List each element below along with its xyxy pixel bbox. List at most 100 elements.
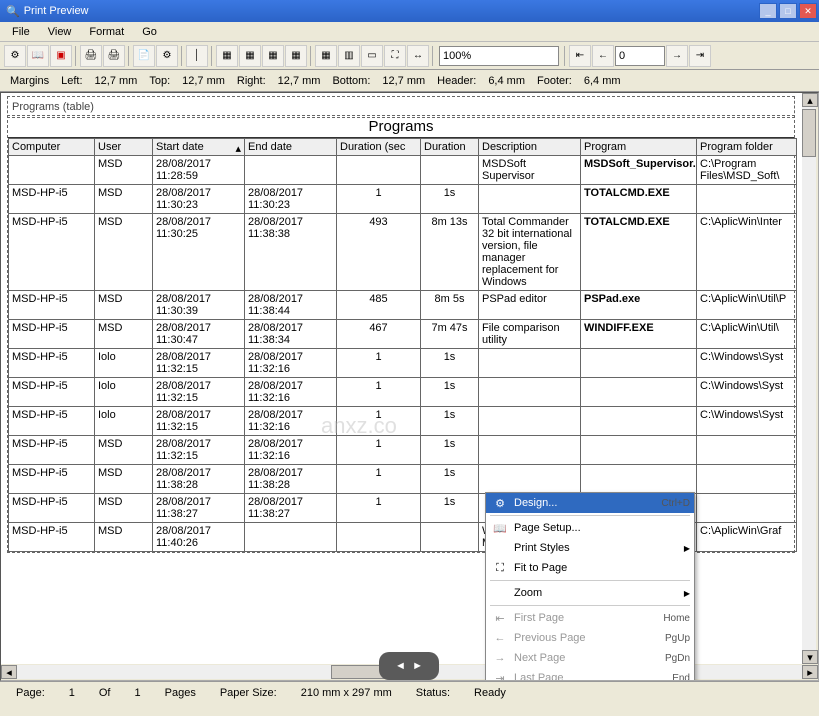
column-header[interactable]: Computer xyxy=(9,139,95,156)
table-cell: 1 xyxy=(337,185,421,214)
grid2-icon[interactable]: ▦ xyxy=(239,45,261,67)
column-header[interactable]: Duration xyxy=(421,139,479,156)
context-menu-item[interactable]: 📖Page Setup... xyxy=(486,518,694,538)
design-icon[interactable]: ⚙ xyxy=(4,45,26,67)
table-cell xyxy=(479,349,581,378)
table-cell xyxy=(581,378,697,407)
report-table-wrap: Programs ComputerUserStart date▴End date… xyxy=(7,115,795,553)
first-page-icon[interactable]: ⇤ xyxy=(569,45,591,67)
open-book-icon[interactable]: 📖 xyxy=(27,45,49,67)
next-page-icon[interactable]: → xyxy=(666,45,688,67)
status-page-tot: 1 xyxy=(123,687,153,699)
grid3-icon[interactable]: ▦ xyxy=(262,45,284,67)
prev-page-icon[interactable]: ← xyxy=(592,45,614,67)
maximize-button[interactable]: □ xyxy=(779,3,797,19)
table-cell xyxy=(479,378,581,407)
scroll-up-icon[interactable]: ▴ xyxy=(802,93,818,107)
column-header[interactable]: Program xyxy=(581,139,697,156)
table-cell: MSD xyxy=(95,523,153,552)
page-nav-overlay[interactable]: ◄ ► xyxy=(379,652,439,680)
table-cell: 1 xyxy=(337,407,421,436)
table-cell: 28/08/2017 11:30:23 xyxy=(245,185,337,214)
column-header[interactable]: Duration (sec xyxy=(337,139,421,156)
grid4-icon[interactable]: ▦ xyxy=(285,45,307,67)
menu-item-label: First Page xyxy=(510,612,663,624)
column-header[interactable]: User xyxy=(95,139,153,156)
wide-icon[interactable]: ↔ xyxy=(407,45,429,67)
status-of: Of xyxy=(87,687,123,699)
menu-item-label: Zoom xyxy=(510,587,684,599)
page-setup-icon[interactable]: 📄 xyxy=(133,45,155,67)
scroll-right-icon[interactable]: ▸ xyxy=(802,665,818,679)
table-cell: 1s xyxy=(421,185,479,214)
app-icon: 🔍 xyxy=(6,5,20,18)
top-value: 12,7 mm xyxy=(176,75,231,87)
table-cell xyxy=(337,523,421,552)
fit-icon[interactable]: ⛶ xyxy=(384,45,406,67)
columns-icon[interactable]: ▥ xyxy=(338,45,360,67)
bottom-value: 12,7 mm xyxy=(376,75,431,87)
column-header[interactable]: Program folder xyxy=(697,139,797,156)
zoom-select[interactable] xyxy=(439,46,559,66)
table-cell: MSD xyxy=(95,156,153,185)
menu-separator xyxy=(490,515,690,516)
menu-format[interactable]: Format xyxy=(81,24,132,40)
table-cell: TOTALCMD.EXE xyxy=(581,185,697,214)
table-cell: MSD-HP-i5 xyxy=(9,523,95,552)
table-cell: MSD-HP-i5 xyxy=(9,320,95,349)
table-cell xyxy=(697,494,797,523)
table-cell xyxy=(581,349,697,378)
nav-left-icon[interactable]: ◄ xyxy=(395,660,406,672)
table-cell xyxy=(581,436,697,465)
margins-label: Margins xyxy=(4,75,55,87)
submenu-arrow-icon: ▶ xyxy=(684,589,690,598)
scroll-down-icon[interactable]: ▾ xyxy=(802,650,818,664)
title-bar: 🔍 Print Preview _ □ ✕ xyxy=(0,0,819,22)
grid1-icon[interactable]: ▦ xyxy=(216,45,238,67)
vertical-scrollbar[interactable]: ▴ ▾ xyxy=(802,93,818,680)
column-header[interactable]: Description xyxy=(479,139,581,156)
scroll-left-icon[interactable]: ◂ xyxy=(1,665,17,679)
ruler-icon[interactable]: ▭ xyxy=(361,45,383,67)
options-icon[interactable]: ⚙ xyxy=(156,45,178,67)
context-menu-item[interactable]: Zoom▶ xyxy=(486,583,694,603)
table-cell: 8m 5s xyxy=(421,291,479,320)
table-cell: C:\AplicWin\Util\P xyxy=(697,291,797,320)
table-cell xyxy=(245,156,337,185)
table-cell xyxy=(479,185,581,214)
close-button[interactable]: ✕ xyxy=(799,3,817,19)
pdf-icon[interactable]: ▣ xyxy=(50,45,72,67)
split-icon[interactable]: │ xyxy=(186,45,208,67)
submenu-arrow-icon: ▶ xyxy=(684,544,690,553)
table-row: MSD-HP-i5Iolo28/08/2017 11:32:1528/08/20… xyxy=(9,407,797,436)
table-cell: 28/08/2017 11:32:15 xyxy=(153,436,245,465)
menu-go[interactable]: Go xyxy=(134,24,165,40)
last-page-icon[interactable]: ⇥ xyxy=(689,45,711,67)
context-menu-item[interactable]: ⛶Fit to Page xyxy=(486,558,694,578)
minimize-button[interactable]: _ xyxy=(759,3,777,19)
status-paper-lbl: Paper Size: xyxy=(208,687,289,699)
thumbs-icon[interactable]: ▦ xyxy=(315,45,337,67)
table-row: MSD-HP-i5MSD28/08/2017 11:30:3928/08/201… xyxy=(9,291,797,320)
column-header[interactable]: Start date▴ xyxy=(153,139,245,156)
print-setup-icon[interactable]: 🖨 xyxy=(103,45,125,67)
menu-view[interactable]: View xyxy=(40,24,80,40)
table-cell: 28/08/2017 11:32:16 xyxy=(245,407,337,436)
page-input[interactable] xyxy=(615,46,665,66)
table-cell xyxy=(337,156,421,185)
print-icon[interactable]: 🖨 xyxy=(80,45,102,67)
menu-item-icon: 📖 xyxy=(490,522,510,535)
status-status-val: Ready xyxy=(462,687,518,699)
nav-right-icon[interactable]: ► xyxy=(412,660,423,672)
bottom-label: Bottom: xyxy=(326,75,376,87)
context-menu-item[interactable]: Print Styles▶ xyxy=(486,538,694,558)
header-label: Header: xyxy=(431,75,482,87)
status-bar: Page: 1 Of 1 Pages Paper Size: 210 mm x … xyxy=(0,681,819,703)
table-cell: 28/08/2017 11:38:28 xyxy=(153,465,245,494)
menu-file[interactable]: File xyxy=(4,24,38,40)
table-cell: MSD xyxy=(95,185,153,214)
context-menu-item[interactable]: ⚙Design...Ctrl+D xyxy=(486,493,694,513)
table-cell xyxy=(697,436,797,465)
scroll-v-thumb[interactable] xyxy=(802,109,816,157)
column-header[interactable]: End date xyxy=(245,139,337,156)
